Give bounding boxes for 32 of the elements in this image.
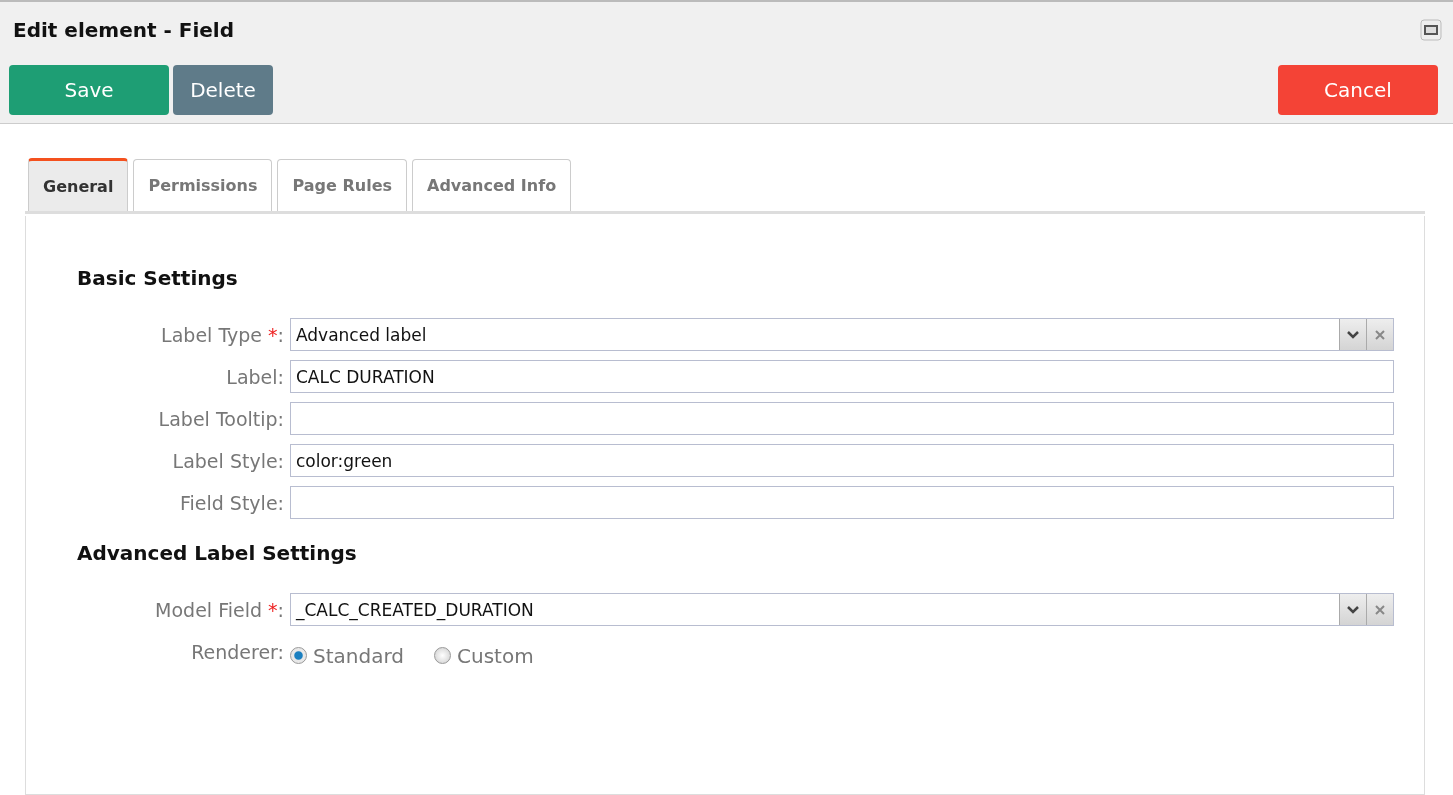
field-label: Label Type *: <box>160 323 285 346</box>
save-button[interactable]: Save <box>9 65 169 115</box>
clear-icon <box>1375 604 1385 615</box>
radio-option[interactable]: Custom <box>434 643 534 668</box>
radio-option[interactable]: Standard <box>290 643 404 668</box>
select-field[interactable]: _CALC_CREATED_DURATION <box>290 593 1394 626</box>
window-title: Edit element - Field <box>13 18 235 42</box>
section-heading: Basic Settings <box>77 266 239 290</box>
tab[interactable]: Page Rules <box>277 159 407 211</box>
chevron-down-icon <box>1347 330 1359 339</box>
radio-button[interactable] <box>290 647 307 664</box>
input-field[interactable] <box>290 486 1394 519</box>
tab[interactable]: General <box>28 158 129 211</box>
tab[interactable]: Advanced Info <box>412 159 572 211</box>
chevron-down-icon <box>1347 605 1359 614</box>
field-label: Label: <box>225 365 285 388</box>
field-label: Field Style: <box>178 491 285 514</box>
select-field[interactable]: Advanced label <box>290 318 1394 351</box>
field-label: Model Field *: <box>154 598 285 621</box>
input-field[interactable]: color:green <box>290 444 1394 477</box>
field-label: Renderer: <box>190 640 285 663</box>
clear-icon <box>1375 329 1385 340</box>
radio-button[interactable] <box>434 647 451 664</box>
input-field[interactable] <box>290 402 1394 435</box>
delete-button[interactable]: Delete <box>173 65 273 115</box>
maximize-icon[interactable] <box>1420 19 1442 41</box>
input-field[interactable]: CALC DURATION <box>290 360 1394 393</box>
section-heading: Advanced Label Settings <box>77 541 358 565</box>
field-label: Label Style: <box>171 449 285 472</box>
field-label: Label Tooltip: <box>157 407 285 430</box>
tab[interactable]: Permissions <box>133 159 273 211</box>
cancel-button[interactable]: Cancel <box>1278 65 1438 115</box>
